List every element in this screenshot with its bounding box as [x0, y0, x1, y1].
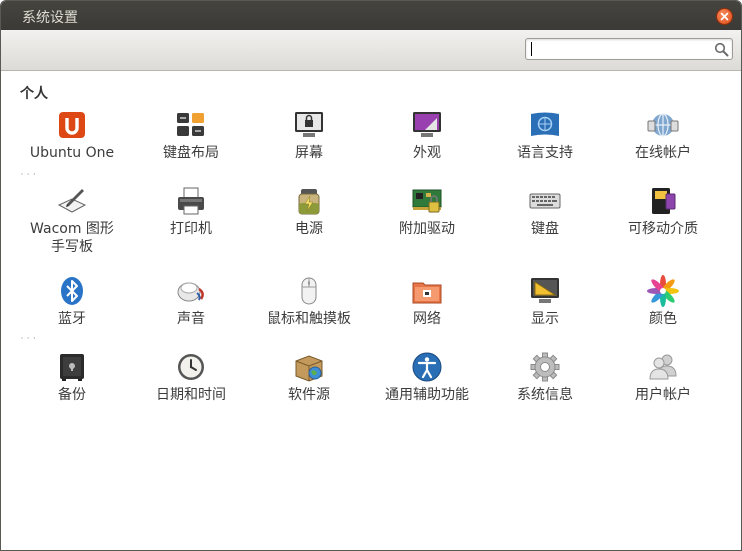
settings-item-screen[interactable]: 屏幕	[250, 109, 368, 162]
settings-item-keyboard[interactable]: 键盘	[486, 185, 604, 238]
settings-item-additional-drivers[interactable]: 附加驱动	[368, 185, 486, 238]
search-icon[interactable]	[714, 42, 729, 57]
network-folder-icon	[412, 282, 442, 304]
settings-item-wacom-tablet[interactable]: Wacom 图形 手写板	[13, 185, 131, 256]
settings-item-label: 可移动介质	[628, 221, 698, 237]
additional-drivers-icon	[412, 189, 442, 213]
screen-lock-icon	[295, 112, 323, 137]
settings-item-label: 屏幕	[295, 145, 323, 161]
settings-item-date-time[interactable]: 日期和时间	[132, 351, 250, 404]
keyboard-layout-icon	[177, 113, 204, 136]
settings-window: 系统设置 个人 ' ' ' ' ' ' Ubuntu One 键盘布局 屏幕 外…	[0, 0, 742, 551]
settings-item-label: 用户帐户	[635, 387, 691, 403]
bluetooth-icon	[61, 277, 83, 305]
settings-item-system-info[interactable]: 系统信息	[486, 351, 604, 404]
settings-item-label: 通用辅助功能	[385, 387, 469, 403]
settings-item-label: 键盘	[531, 221, 559, 237]
window-title: 系统设置	[22, 10, 78, 26]
settings-item-label: 蓝牙	[58, 311, 86, 327]
settings-item-network[interactable]: 网络	[368, 275, 486, 328]
settings-item-label: 键盘布局	[163, 145, 219, 161]
settings-item-backup[interactable]: 备份	[13, 351, 131, 404]
settings-item-label: 显示	[531, 311, 559, 327]
settings-item-label: 日期和时间	[156, 387, 226, 403]
settings-item-label: 备份	[58, 387, 86, 403]
settings-item-online-accounts[interactable]: 在线帐户	[604, 109, 722, 162]
keyboard-icon	[529, 193, 561, 209]
power-battery-icon	[298, 189, 320, 215]
color-flower-icon	[647, 275, 679, 307]
removable-media-icon	[652, 188, 676, 214]
ubuntu-one-icon	[59, 112, 85, 138]
display-icon	[531, 278, 559, 303]
section-title-personal: 个人	[20, 86, 48, 102]
settings-item-mouse-touchpad[interactable]: 鼠标和触摸板	[250, 275, 368, 328]
settings-item-label: 语言支持	[517, 145, 573, 161]
settings-item-keyboard-layout[interactable]: 键盘布局	[132, 109, 250, 162]
text-cursor	[531, 42, 532, 56]
close-icon	[720, 12, 729, 21]
settings-item-sound[interactable]: 声音	[132, 275, 250, 328]
backup-safe-icon	[60, 354, 84, 381]
settings-item-color[interactable]: 颜色	[604, 275, 722, 328]
settings-item-label: 系统信息	[517, 387, 573, 403]
toolbar	[1, 30, 741, 71]
sound-speaker-icon	[177, 282, 204, 302]
settings-item-label: 外观	[413, 145, 441, 161]
software-sources-icon	[295, 355, 323, 382]
appearance-icon	[413, 112, 441, 137]
separator: ' ' '	[21, 336, 37, 344]
settings-item-software-sources[interactable]: 软件源	[250, 351, 368, 404]
settings-item-appearance[interactable]: 外观	[368, 109, 486, 162]
settings-item-user-accounts[interactable]: 用户帐户	[604, 351, 722, 404]
settings-item-label: 电源	[295, 221, 323, 237]
wacom-tablet-icon	[57, 189, 87, 213]
settings-item-label: 声音	[177, 311, 205, 327]
settings-item-language-support[interactable]: 语言支持	[486, 109, 604, 162]
language-globe-icon	[531, 112, 559, 136]
title-bar: 系统设置	[1, 1, 741, 30]
settings-item-bluetooth[interactable]: 蓝牙	[13, 275, 131, 328]
settings-item-power[interactable]: 电源	[250, 185, 368, 238]
printer-icon	[178, 187, 204, 215]
settings-item-universal-access[interactable]: 通用辅助功能	[368, 351, 486, 404]
settings-item-label: 网络	[413, 311, 441, 327]
settings-item-label: 附加驱动	[399, 221, 455, 237]
gear-icon	[530, 352, 560, 382]
settings-item-label: 打印机	[170, 221, 212, 237]
settings-item-display[interactable]: 显示	[486, 275, 604, 328]
search-input[interactable]	[529, 40, 709, 58]
clock-icon	[178, 354, 204, 380]
users-icon	[649, 354, 677, 380]
settings-item-label: 鼠标和触摸板	[267, 311, 351, 327]
settings-item-label: 在线帐户	[635, 145, 691, 161]
settings-item-removable-media[interactable]: 可移动介质	[604, 185, 722, 238]
close-button[interactable]	[716, 8, 733, 25]
settings-item-printers[interactable]: 打印机	[132, 185, 250, 238]
search-box[interactable]	[525, 38, 733, 60]
settings-item-label: 颜色	[649, 311, 677, 327]
online-accounts-icon	[647, 113, 679, 137]
settings-item-label: Wacom 图形 手写板	[30, 221, 114, 255]
accessibility-icon	[412, 352, 442, 382]
mouse-icon	[301, 277, 317, 305]
settings-item-ubuntu-one[interactable]: Ubuntu One	[13, 109, 131, 162]
settings-item-label: 软件源	[288, 387, 330, 403]
separator: ' ' '	[21, 172, 37, 180]
settings-item-label: Ubuntu One	[29, 145, 115, 161]
